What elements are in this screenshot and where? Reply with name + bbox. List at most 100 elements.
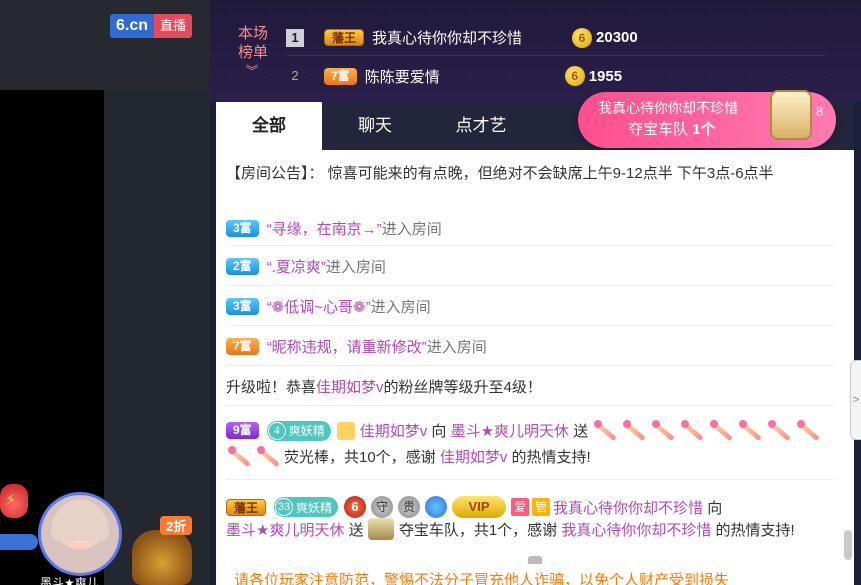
rank-score: 20300 — [596, 29, 638, 46]
entry-message: 3富 “❁低调~心哥❁” 进入房间 — [226, 288, 834, 326]
room-announcement: 【房间公告】： 惊喜可能来的有点晚，但绝对不会缺席上午9-12点半 下午3点-6… — [226, 165, 774, 182]
user-name[interactable]: “寻缘，在南京→” — [267, 218, 382, 239]
gift-send-word: 送 — [348, 521, 364, 539]
upgrade-prefix: 升级啦！恭喜 — [226, 379, 317, 396]
gift-message: 藩王 33 爽妖精 6 守 贵 VIP 爱 管 我真心待你你却不珍惜 向 墨斗★爽… — [226, 482, 834, 554]
noble-icon: 贵 — [398, 496, 421, 518]
gift-to-word: 向 — [431, 423, 447, 440]
crown-icon — [336, 421, 355, 440]
discount-badge: 2折 — [160, 516, 193, 535]
fan-club-name: 爽妖精 — [296, 500, 333, 515]
chat-panel: 本场 榜单 ︾ 1 藩王 我真心待你你却不珍惜 6 20300 2 7富 陈陈要… — [210, 0, 861, 585]
trophy-icon[interactable] — [132, 530, 192, 585]
left-area: 6.cn 直播 ⚡ 墨斗★爽儿 2折 — [0, 0, 210, 585]
chat-scrollbar[interactable] — [844, 530, 852, 560]
receiver-name[interactable]: 墨斗★爽儿明天休 — [226, 519, 344, 540]
treasure-convoy-banner[interactable]: 我真心待你你却不珍惜 夺宝车队 1个 8 — [578, 90, 836, 148]
promo-gift: 夺宝车队 1个 — [628, 118, 716, 139]
rank-number: 2 — [291, 68, 299, 83]
site-logo[interactable]: 6.cn 直播 — [110, 14, 193, 38]
love-tag: 爱 — [511, 498, 530, 516]
level-badge: 2富 — [226, 258, 259, 275]
entry-message: 3富 “寻缘，在南京→” 进入房间 — [226, 212, 834, 246]
upgrade-suffix: 的粉丝牌等级升至4级！ — [383, 379, 542, 396]
receiver-name[interactable]: 墨斗★爽儿明天休 — [451, 420, 569, 441]
vip-icon: VIP — [452, 496, 507, 518]
coin-icon: 6 — [564, 66, 585, 86]
promo-gift-name: 夺宝车队 — [628, 121, 689, 138]
lightning-icon: ⚡ — [5, 492, 17, 509]
gift-summary: 荧光棒，共10个，感谢 — [284, 449, 436, 466]
anchor-avatar[interactable] — [38, 492, 122, 576]
gift-summary: 夺宝车队，共1个，感谢 — [398, 521, 558, 539]
chevron-right-icon[interactable]: > — [850, 360, 861, 440]
entry-action: 进入房间 — [325, 259, 386, 276]
fan-badge: 4 爽妖精 — [266, 420, 331, 441]
user-name[interactable]: “昵称违规，请重新修改” — [267, 336, 427, 357]
upgrade-message: 升级啦！恭喜 佳期如梦v 的粉丝牌等级升至4级！ — [226, 368, 834, 406]
user-name[interactable]: 佳期如梦v — [316, 376, 384, 397]
tab-chat[interactable]: 聊天 — [322, 102, 428, 150]
level-badge: 藩王 — [226, 498, 267, 516]
promo-gift-count: 1个 — [692, 121, 716, 138]
gift-to-word: 向 — [707, 499, 723, 517]
sender-name[interactable]: 佳期如梦v — [360, 420, 428, 441]
tab-all[interactable]: 全部 — [216, 102, 322, 150]
sender-name[interactable]: 我真心待你你却不珍惜 — [553, 497, 703, 518]
level-badge: 7富 — [324, 67, 357, 85]
fan-level: 33 — [275, 498, 294, 516]
level-badge: 7富 — [226, 338, 259, 355]
entry-action: 进入房间 — [381, 221, 442, 238]
safety-notice: 请各位玩家注意防范，警惕不法分子冒充他人诈骗，以免个人财产受到损失 — [216, 570, 854, 585]
ranking-row[interactable]: 1 藩王 我真心待你你却不珍惜 6 20300 — [286, 20, 826, 56]
user-name[interactable]: “❁低调~心哥❁” — [267, 296, 371, 317]
ranking-title-line1: 本场 — [237, 25, 268, 42]
fan-level: 4 — [267, 421, 286, 440]
entry-message: 2富 “.夏凉爽” 进入房间 — [226, 248, 834, 286]
promo-side-number: 8 — [816, 104, 824, 119]
glow-stick-icon — [650, 418, 676, 444]
thanks-name[interactable]: 佳期如梦v — [440, 446, 508, 467]
ranking-board: 本场 榜单 ︾ 1 藩王 我真心待你你却不珍惜 6 20300 2 7富 陈陈要… — [210, 0, 861, 102]
potion-icon[interactable]: ⚡ — [0, 484, 28, 518]
avatar-hair — [51, 501, 109, 541]
car-icon — [770, 90, 812, 140]
glow-stick-icon — [737, 418, 763, 444]
glow-stick-icon — [255, 444, 281, 470]
car-icon — [367, 518, 394, 540]
glow-stick-icon — [708, 418, 734, 444]
rank6-medal-icon: 6 — [344, 496, 367, 518]
level-badge: 3富 — [226, 298, 259, 315]
user-name[interactable]: “.夏凉爽” — [267, 256, 326, 277]
fan-badge: 33 爽妖精 — [274, 497, 339, 517]
level-badge: 9富 — [226, 422, 259, 439]
rank-score: 1955 — [588, 67, 623, 85]
glow-stick-icon — [679, 418, 705, 444]
level-badge: 3富 — [226, 220, 259, 237]
promo-user-name: 我真心待你你却不珍惜 — [598, 100, 738, 116]
glow-stick-icon — [621, 418, 647, 444]
thanks-name[interactable]: 我真心待你你却不珍惜 — [561, 519, 711, 540]
gift-send-word: 送 — [573, 423, 589, 440]
entry-message: 7富 “昵称违规，请重新修改” 进入房间 — [226, 328, 834, 366]
chat-message-list[interactable]: 【房间公告】： 惊喜可能来的有点晚，但绝对不会缺席上午9-12点半 下午3点-6… — [216, 150, 854, 570]
ranking-title[interactable]: 本场 榜单 — [232, 24, 274, 62]
thanks-suffix: 的热情支持! — [715, 521, 795, 539]
ranking-row[interactable]: 2 7富 陈陈要爱情 6 1955 — [286, 58, 826, 94]
glow-stick-icon — [226, 444, 252, 470]
gift-message: 9富 4 爽妖精 佳期如梦v 向 墨斗★爽儿明天休 送 荧光棒，共10个，感谢 佳… — [226, 408, 834, 480]
thanks-suffix: 的热情支持! — [511, 449, 591, 466]
collapse-handle[interactable] — [528, 556, 542, 564]
rank-number: 1 — [286, 28, 304, 47]
logo-text: 6.cn — [110, 14, 155, 38]
glow-stick-icon — [795, 418, 821, 444]
fan-club-name: 爽妖精 — [288, 424, 325, 438]
rank-user-name: 我真心待你你却不珍惜 — [372, 30, 523, 47]
tab-request-talent[interactable]: 点才艺 — [428, 102, 534, 150]
glow-stick-icon — [766, 418, 792, 444]
chevron-down-icon[interactable]: ︾ — [246, 62, 258, 79]
coin-icon: 6 — [572, 27, 593, 48]
side-pill-button[interactable] — [0, 534, 38, 550]
entry-action: 进入房间 — [426, 339, 487, 356]
entry-action: 进入房间 — [370, 299, 431, 316]
